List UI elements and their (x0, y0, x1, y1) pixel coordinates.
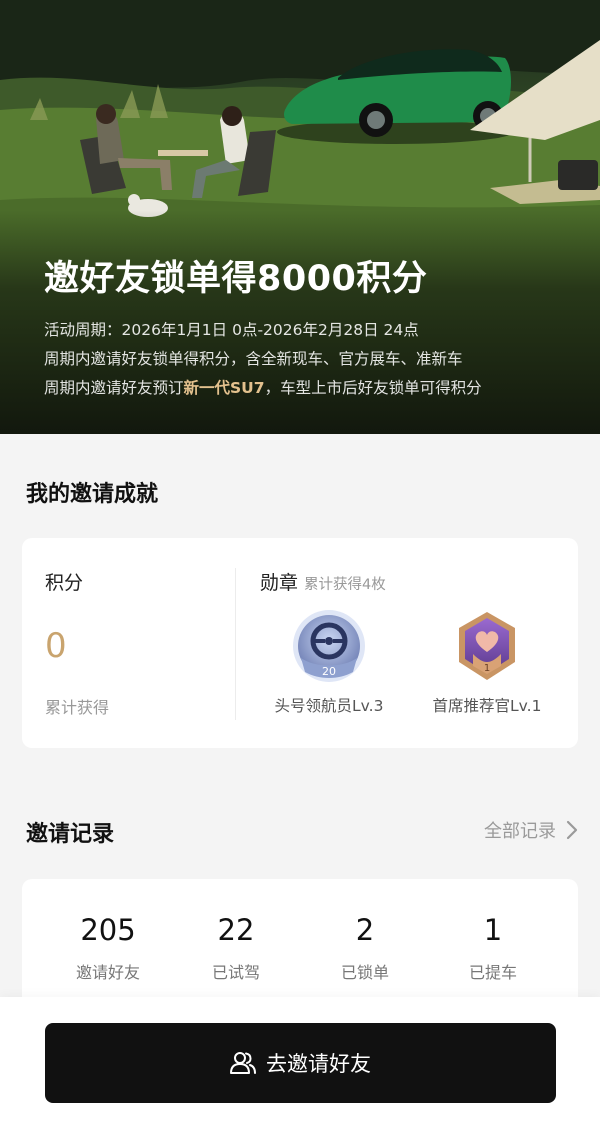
stat-label: 已提车 (468, 963, 517, 982)
hero-description: 活动周期：2026年1月1日 0点-2026年2月28日 24点 周期内邀请好友… (44, 316, 584, 403)
medal-name: 头号领航员Lv.3 (274, 697, 384, 715)
stat-locked[interactable]: 2 已锁单 (300, 913, 430, 983)
stat-value: 205 (80, 913, 136, 947)
points-label: 积分 (45, 572, 84, 594)
medal-name: 首席推荐官Lv.1 (432, 697, 542, 715)
invite-friends-button[interactable]: 去邀请好友 (45, 1023, 556, 1103)
invite-friends-label: 去邀请好友 (266, 1052, 371, 1076)
scope-line: 周期内邀请好友锁单得积分，含全新现车、官方展车、准新车 (44, 350, 463, 368)
stat-value: 22 (217, 913, 255, 947)
users-icon (230, 1052, 256, 1074)
preorder-line-prefix: 周期内邀请好友预订 (44, 379, 184, 397)
hero-banner: 邀好友锁单得8000积分 活动周期：2026年1月1日 0点-2026年2月28… (0, 0, 600, 434)
stat-label: 已锁单 (340, 963, 389, 982)
steering-wheel-medal-icon: 20 (293, 610, 365, 682)
stat-value: 2 (355, 913, 375, 947)
all-records-label: 全部记录 (484, 821, 556, 842)
all-records-link[interactable]: 全部记录 (484, 817, 578, 843)
divider (235, 568, 236, 720)
achievements-title: 我的邀请成就 (26, 482, 159, 507)
hero-title: 邀好友锁单得8000积分 (44, 259, 428, 299)
stat-invited[interactable]: 205 邀请好友 (43, 913, 173, 983)
activity-period-line: 活动周期：2026年1月1日 0点-2026年2月28日 24点 (44, 321, 419, 339)
records-title: 邀请记录 (26, 822, 115, 847)
stat-delivered[interactable]: 1 已提车 (428, 913, 558, 983)
chevron-right-icon (566, 820, 578, 840)
points-sub-label: 累计获得 (45, 698, 110, 717)
stat-label: 已试驾 (211, 963, 260, 982)
medals-label: 勋章 (260, 572, 299, 594)
preorder-line: 周期内邀请好友预订新一代SU7，车型上市后好友锁单可得积分 (44, 374, 584, 403)
medal-badge-number: 1 (484, 663, 490, 674)
heart-hexagon-medal-icon: 1 (459, 612, 515, 680)
medal-navigator[interactable]: 20 头号领航员Lv.3 (254, 608, 404, 716)
points-value: 0 (45, 626, 67, 666)
preorder-line-suffix: ，车型上市后好友锁单可得积分 (264, 379, 482, 397)
achievements-card: 积分 0 累计获得 勋章 累计获得4枚 20 头号领航员Lv.3 1 首席推荐官… (22, 538, 578, 748)
bottom-action-bar: 去邀请好友 (0, 997, 600, 1122)
stat-label: 邀请好友 (75, 963, 140, 982)
medal-recommender[interactable]: 1 首席推荐官Lv.1 (412, 608, 562, 716)
stat-test-driven[interactable]: 22 已试驾 (171, 913, 301, 983)
stat-value: 1 (483, 913, 503, 947)
medals-header: 勋章 累计获得4枚 (260, 568, 386, 595)
medals-count: 累计获得4枚 (304, 577, 386, 593)
model-highlight: 新一代SU7 (183, 379, 265, 397)
medal-badge-number: 20 (322, 665, 336, 678)
